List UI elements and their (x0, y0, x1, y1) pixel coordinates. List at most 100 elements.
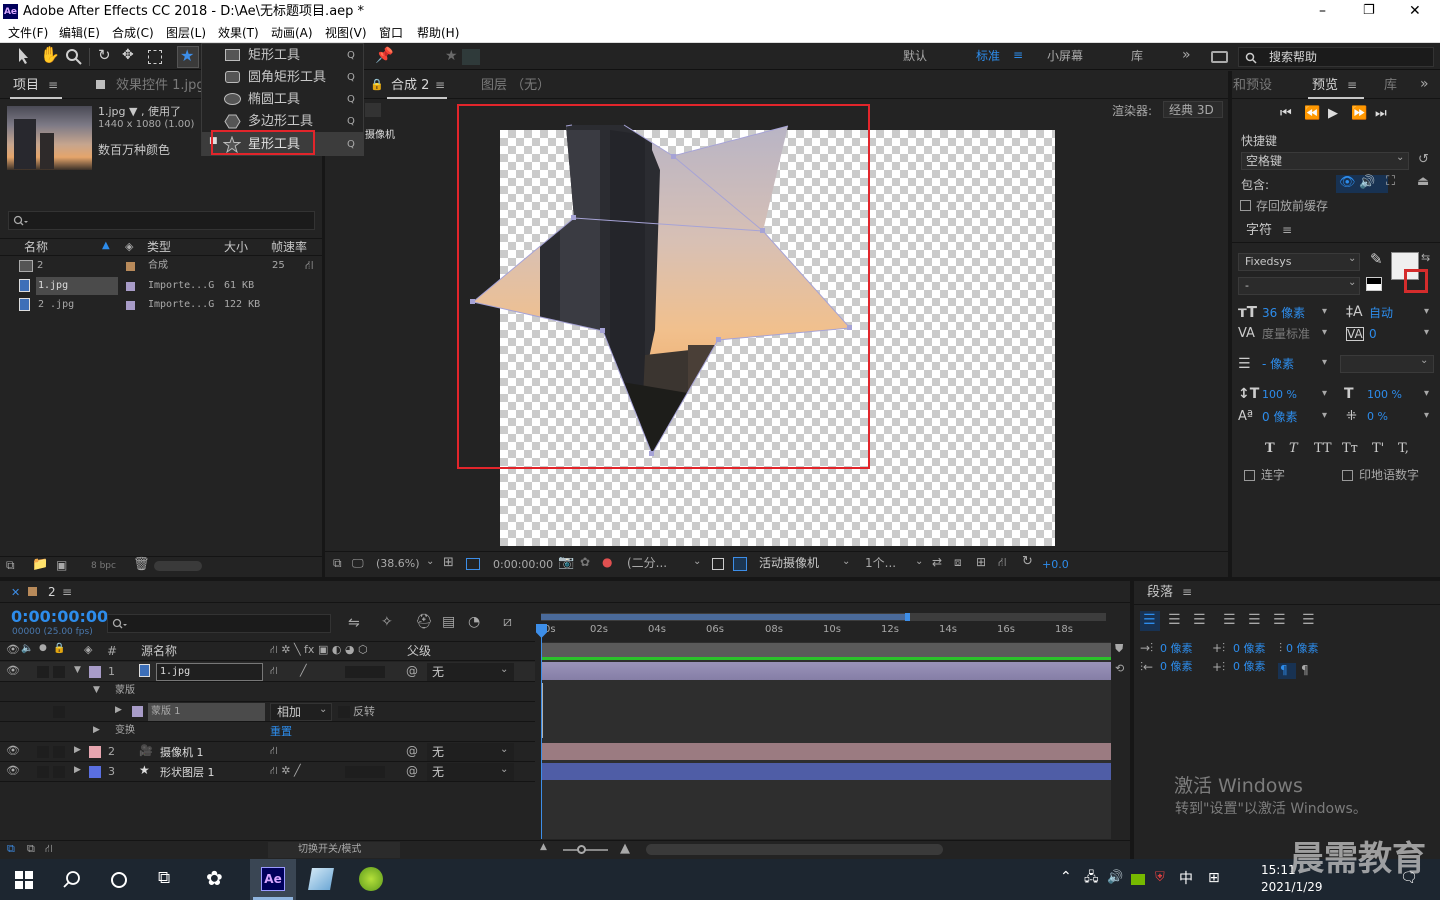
project-scroll[interactable] (154, 561, 202, 571)
more-panels[interactable]: » (1420, 77, 1429, 91)
tracking-value[interactable]: 0 (1369, 328, 1377, 340)
menu-window[interactable]: 窗口 (379, 27, 403, 39)
stroke-color-swatch[interactable] (1404, 269, 1428, 293)
camera-tool-icon[interactable]: ✥ (122, 48, 134, 62)
kerning-value[interactable]: 度量标准 (1262, 328, 1310, 340)
views-dropdown[interactable]: 1个... (865, 557, 896, 569)
justify-left-icon[interactable]: ☰ (1223, 613, 1236, 627)
security-icon[interactable]: ⛨ (1155, 871, 1165, 884)
layer-name[interactable]: 形状图层 1 (160, 767, 215, 778)
shy-switch-icon[interactable]: ⛙ (270, 745, 278, 756)
snapshot-icon[interactable]: 📷 (558, 556, 574, 569)
menu-item-ellipse-tool[interactable]: 椭圆工具 Q (202, 88, 364, 110)
shy-layers-icon[interactable]: ⛑ (415, 615, 433, 629)
zoom-in-icon[interactable]: ▲ (620, 842, 630, 855)
faux-bold-button[interactable]: T (1265, 442, 1275, 455)
black-white-icon[interactable] (1366, 277, 1382, 291)
layer-row-2[interactable]: 👁 ▶ 2 🎥 摄像机 1 ⛙ @ 无 ⌄ (0, 742, 535, 762)
indent-left-value[interactable]: 0 像素 (1160, 643, 1193, 654)
project-row[interactable]: 1.jpg Importe...G 61 KB (0, 277, 322, 297)
next-frame-icon[interactable]: ⏩ (1351, 107, 1367, 120)
quality-switch-icon[interactable]: ╱ (300, 665, 307, 676)
close-button[interactable]: ✕ (1409, 4, 1421, 18)
resolution-dropdown[interactable]: (二分... (627, 557, 667, 569)
frame-blending-icon[interactable]: ▤ (442, 615, 455, 629)
work-area-end[interactable] (905, 613, 910, 621)
zoom-out-icon[interactable]: ▲ (540, 843, 547, 852)
video-switch-icon[interactable]: 👁 (6, 644, 20, 655)
timeline-hscroll[interactable] (646, 844, 943, 855)
bit-depth[interactable]: 8 bpc (91, 562, 116, 571)
hand-tool-icon[interactable]: ✋ (40, 47, 60, 63)
search-taskbar-icon[interactable] (62, 870, 82, 890)
tab-paragraph[interactable]: 段落 (1147, 586, 1173, 599)
menu-item-rectangle-tool[interactable]: 矩形工具 Q (202, 44, 364, 66)
cti-marker-icon[interactable]: ⟲ (1115, 663, 1124, 674)
justify-right-icon[interactable]: ☰ (1273, 613, 1286, 627)
layer-row-1[interactable]: 👁 ▼ 1 1.jpg ⛙ ╱ @ 无 ⌄ (0, 662, 535, 682)
font-size-value[interactable]: 36 像素 (1262, 307, 1305, 319)
label-column-icon[interactable]: ◈ (84, 644, 92, 655)
menu-animation[interactable]: 动画(A) (271, 27, 313, 39)
col-type[interactable]: 类型 (147, 241, 171, 253)
composition-menu-icon[interactable]: ≡ (435, 79, 445, 91)
col-fps[interactable]: 帧速率 (271, 241, 307, 253)
label-swatch[interactable] (126, 262, 135, 271)
tab-effects-presets[interactable]: 和预设 (1233, 79, 1272, 92)
sort-asc-icon[interactable]: ▲ (102, 241, 110, 251)
green-app-taskbar-icon[interactable] (359, 867, 383, 891)
pan-behind-tool-icon[interactable] (148, 50, 162, 64)
paragraph-menu-icon[interactable]: ≡ (1182, 586, 1192, 598)
workspace-sync-icon[interactable] (1211, 51, 1228, 63)
flowchart-icon[interactable]: ⛙ (998, 556, 1006, 568)
tab-preview[interactable]: 预览 (1312, 79, 1338, 92)
eye-icon[interactable]: 👁 (6, 665, 20, 676)
tab-project[interactable]: 项目 (13, 79, 39, 92)
trash-icon[interactable]: 🗑 (133, 558, 150, 571)
current-time-indicator[interactable] (541, 626, 542, 839)
selection-tool-icon[interactable] (16, 47, 32, 65)
safe-zone-icon[interactable]: ⊞ (443, 556, 454, 569)
workspace-menu-icon[interactable]: ≡ (1013, 49, 1023, 61)
reset-exposure-icon[interactable]: ↻ (1022, 555, 1033, 568)
rtl-icon[interactable]: ¶ (1301, 664, 1309, 676)
space-before-value[interactable]: 0 像素 (1233, 643, 1266, 654)
layer-label-color[interactable] (89, 766, 101, 778)
tray-chevron-icon[interactable]: ⌃ (1060, 870, 1072, 884)
menu-layer[interactable]: 图层(L) (166, 27, 206, 39)
pinned-app-icon[interactable]: ✿ (206, 868, 223, 888)
label-col-icon[interactable]: ◈ (125, 241, 133, 252)
composition-lock-icon[interactable]: 🔒 (370, 79, 384, 90)
layer-3-bar[interactable] (541, 763, 1111, 780)
tab-character[interactable]: 字符 (1246, 224, 1272, 237)
workspace-more[interactable]: » (1182, 48, 1191, 62)
expand-triangle-icon[interactable]: ▶ (74, 766, 81, 775)
menu-item-polygon-tool[interactable]: 多边形工具 Q (202, 110, 364, 132)
reset-icon[interactable]: ↺ (1418, 153, 1429, 166)
task-view-icon[interactable]: ⧉ (158, 870, 170, 887)
character-menu-icon[interactable]: ≡ (1282, 224, 1292, 236)
layer-1-bar[interactable] (541, 662, 1111, 680)
export-icon[interactable]: ⏏ (1417, 175, 1429, 188)
expand-triangle-icon[interactable]: ▶ (115, 706, 122, 715)
col-size[interactable]: 大小 (224, 241, 248, 253)
restore-button[interactable]: ❐ (1363, 4, 1375, 17)
align-center-icon[interactable]: ☰ (1168, 613, 1181, 627)
new-composition-icon[interactable]: ▣ (56, 559, 67, 571)
new-folder-icon[interactable]: 📁 (32, 558, 48, 571)
project-row[interactable]: 2 合成 25 ⛙ (0, 257, 322, 277)
vertical-scale-value[interactable]: 100 % (1262, 389, 1297, 400)
expand-triangle-icon[interactable]: ▼ (93, 686, 100, 695)
audio-switch-icon[interactable]: 🔈 (21, 644, 33, 654)
prev-frame-icon[interactable]: ⏪ (1304, 107, 1320, 120)
col-name[interactable]: 名称 (24, 241, 48, 253)
baseline-shift-value[interactable]: 0 像素 (1262, 411, 1297, 423)
include-audio-icon[interactable]: 🔊 (1359, 176, 1375, 189)
exposure-value[interactable]: +0.0 (1042, 559, 1069, 570)
shy-switch-icon[interactable]: ⛙ ✲ ╱ (270, 765, 301, 776)
interpret-footage-icon[interactable]: ⧉ (6, 559, 15, 571)
last-frame-icon[interactable]: ⏭ (1375, 107, 1387, 120)
project-row[interactable]: 2 .jpg Importe...G 122 KB (0, 296, 322, 316)
first-line-value[interactable]: 0 像素 (1286, 643, 1319, 654)
all-caps-button[interactable]: TT (1314, 442, 1332, 455)
